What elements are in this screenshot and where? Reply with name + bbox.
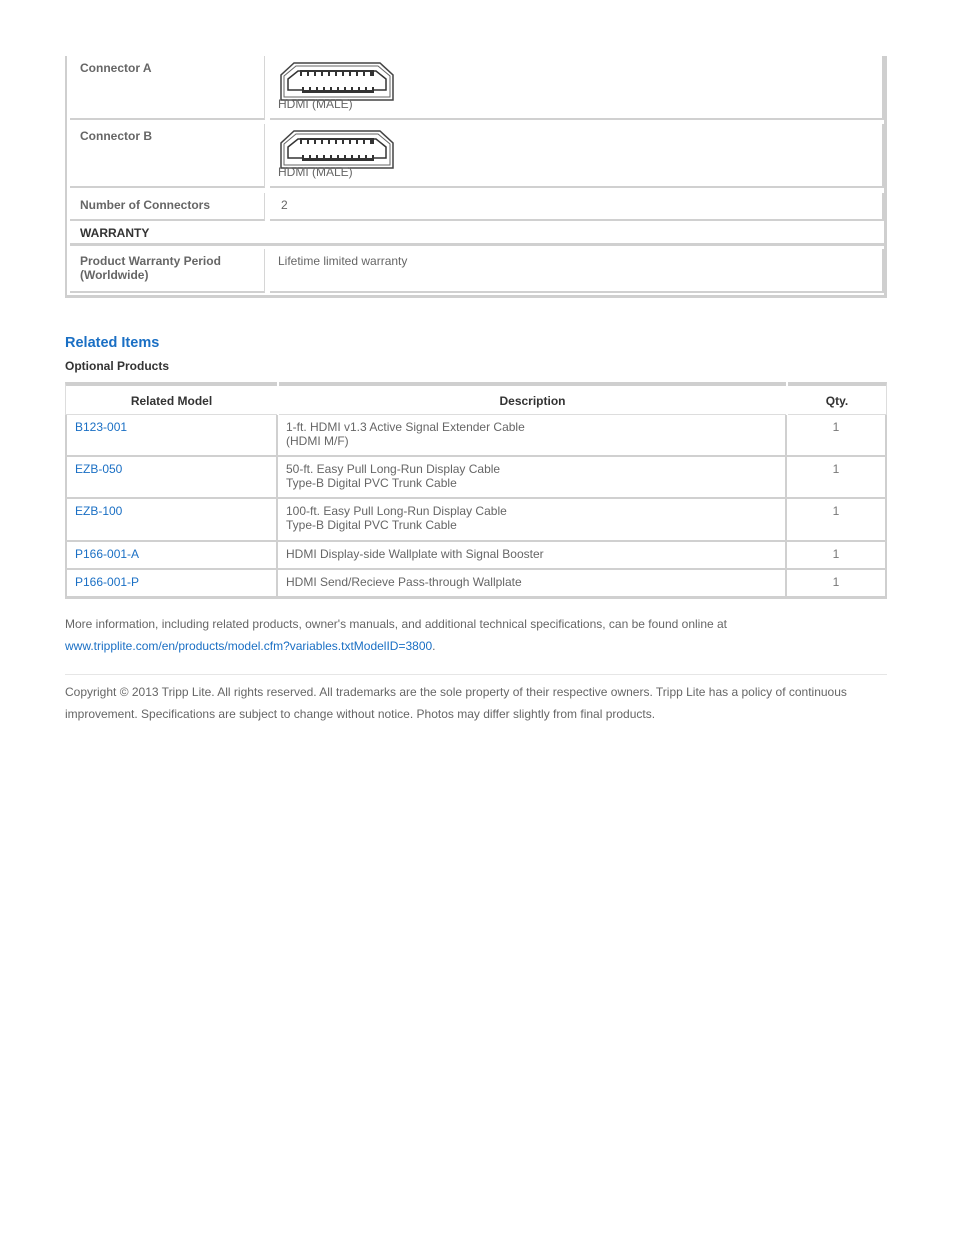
description-line: 1-ft. HDMI v1.3 Active Signal Extender C… bbox=[286, 420, 525, 434]
optional-products-heading: Optional Products bbox=[65, 359, 170, 373]
column-header-qty: Qty. bbox=[788, 382, 887, 415]
spec-label: Product Warranty Period (Worldwide) bbox=[70, 249, 265, 293]
hdmi-connector-icon bbox=[280, 62, 394, 101]
description-line: HDMI Send/Recieve Pass-through Wallplate bbox=[286, 575, 522, 589]
spec-label: Connector A bbox=[70, 56, 265, 120]
qty-cell: 1 bbox=[787, 542, 887, 570]
column-header-related-model: Related Model bbox=[65, 382, 277, 415]
spec-value: Lifetime limited warranty bbox=[270, 249, 884, 293]
model-link[interactable]: P166-001-A bbox=[65, 542, 278, 570]
description-line: HDMI Display-side Wallplate with Signal … bbox=[286, 547, 544, 561]
model-link[interactable]: B123-001 bbox=[65, 415, 278, 457]
spec-value: HDMI (MALE) bbox=[270, 56, 884, 120]
spec-row-warranty-period: Product Warranty Period (Worldwide) Life… bbox=[70, 249, 884, 293]
copyright-notice: Copyright © 2013 Tripp Lite. All rights … bbox=[65, 685, 847, 721]
model-link[interactable]: EZB-100 bbox=[65, 499, 278, 542]
table-row: B123-001 1-ft. HDMI v1.3 Active Signal E… bbox=[65, 415, 887, 457]
section-header-warranty: WARRANTY bbox=[70, 221, 884, 246]
connector-caption: HDMI (MALE) bbox=[278, 165, 353, 179]
specifications-table: Connector A HDMI (MALE) Connector B HDMI… bbox=[65, 56, 887, 298]
product-page-link[interactable]: www.tripplite.com/en/products/model.cfm?… bbox=[65, 639, 432, 653]
hdmi-connector-icon bbox=[280, 130, 394, 169]
table-row: P166-001-P HDMI Send/Recieve Pass-throug… bbox=[65, 570, 887, 599]
description-line: (HDMI M/F) bbox=[286, 434, 349, 448]
spec-row-connector-a: Connector A HDMI (MALE) bbox=[70, 56, 884, 120]
more-info-suffix: . bbox=[432, 639, 436, 653]
table-row: P166-001-A HDMI Display-side Wallplate w… bbox=[65, 542, 887, 570]
connector-caption: HDMI (MALE) bbox=[278, 97, 353, 111]
spec-row-connector-b: Connector B HDMI (MALE) bbox=[70, 124, 884, 188]
qty-cell: 1 bbox=[787, 457, 887, 499]
more-information-paragraph: More information, including related prod… bbox=[65, 613, 887, 657]
description-line: 50-ft. Easy Pull Long-Run Display Cable bbox=[286, 462, 501, 476]
qty-cell: 1 bbox=[787, 499, 887, 542]
model-link[interactable]: P166-001-P bbox=[65, 570, 278, 599]
qty-cell: 1 bbox=[787, 570, 887, 599]
description-cell: 50-ft. Easy Pull Long-Run Display Cable … bbox=[278, 457, 787, 499]
description-line: 100-ft. Easy Pull Long-Run Display Cable bbox=[286, 504, 507, 518]
spec-value: HDMI (MALE) bbox=[270, 124, 884, 188]
model-link[interactable]: EZB-050 bbox=[65, 457, 278, 499]
more-info-text: More information, including related prod… bbox=[65, 617, 728, 631]
spec-row-number-of-connectors: Number of Connectors 2 bbox=[70, 193, 884, 221]
table-row: EZB-050 50-ft. Easy Pull Long-Run Displa… bbox=[65, 457, 887, 499]
description-cell: 1-ft. HDMI v1.3 Active Signal Extender C… bbox=[278, 415, 787, 457]
description-cell: HDMI Send/Recieve Pass-through Wallplate bbox=[278, 570, 787, 599]
related-items-heading: Related Items bbox=[65, 335, 160, 351]
description-cell: 100-ft. Easy Pull Long-Run Display Cable… bbox=[278, 499, 787, 542]
spec-value: 2 bbox=[270, 193, 884, 221]
footer-divider bbox=[65, 674, 887, 675]
description-line: Type-B Digital PVC Trunk Cable bbox=[286, 476, 457, 490]
description-line: Type-B Digital PVC Trunk Cable bbox=[286, 518, 457, 532]
description-cell: HDMI Display-side Wallplate with Signal … bbox=[278, 542, 787, 570]
table-row: EZB-100 100-ft. Easy Pull Long-Run Displ… bbox=[65, 499, 887, 542]
spec-label: Connector B bbox=[70, 124, 265, 188]
spec-label: Number of Connectors bbox=[70, 193, 265, 221]
qty-cell: 1 bbox=[787, 415, 887, 457]
column-header-description: Description bbox=[279, 382, 786, 415]
